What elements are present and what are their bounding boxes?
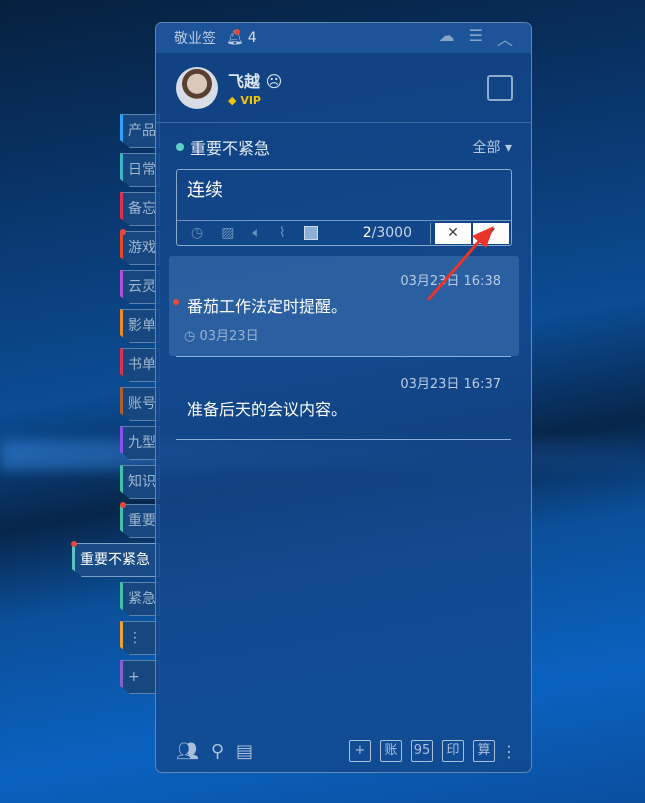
diamond-icon: ◆	[228, 94, 237, 107]
char-count: 2/3000	[362, 225, 412, 241]
attachment-icon[interactable]: ⌇	[279, 225, 286, 241]
bell-icon[interactable]: 🔔︎	[226, 29, 244, 46]
clock-icon: ◷	[184, 329, 196, 344]
reminder-count: 4	[247, 30, 257, 46]
category-tab[interactable]: 游戏	[120, 231, 160, 265]
note-time: 03月23日 16:37	[400, 377, 501, 392]
avatar[interactable]	[176, 66, 218, 109]
image-icon[interactable]: ▨	[221, 225, 234, 241]
category-dot	[176, 143, 184, 151]
category-tab[interactable]: 书单	[120, 348, 160, 382]
note-panel: 敬业签 🔔︎ 4 ☁ ☰ ︿ 飞越 ☹ ◆ VIP 重要不紧急 全部 ▾ 连续 …	[155, 22, 532, 773]
user-name: 飞越	[228, 72, 261, 91]
category-tab[interactable]: 重要	[120, 504, 160, 538]
title-bar: 敬业签 🔔︎ 4 ☁ ☰ ︿	[156, 23, 531, 53]
category-tab[interactable]: ⋮	[120, 621, 160, 655]
contacts-icon[interactable]: 👥︎	[176, 741, 199, 762]
filter-label: 全部	[472, 140, 501, 156]
search-icon[interactable]: ⚲	[211, 741, 224, 762]
reminder-date: 03月23日	[199, 329, 259, 344]
badge-dot	[71, 541, 77, 547]
add-button[interactable]: +	[349, 740, 371, 762]
calendar-95-button[interactable]: 95	[411, 740, 433, 762]
speaker-icon[interactable]: 🔈︎	[252, 225, 260, 241]
note-input[interactable]: 连续	[177, 170, 511, 220]
category-tab[interactable]: 影单	[120, 309, 160, 343]
category-tab[interactable]: 账号	[120, 387, 160, 421]
category-tab[interactable]: 产品	[120, 114, 160, 148]
notes-icon[interactable]: ▤	[236, 741, 253, 762]
calendar-icon[interactable]	[487, 75, 513, 101]
account-button[interactable]: 账	[380, 740, 402, 762]
badge-dot	[120, 229, 126, 235]
cloud-sync-icon[interactable]: ☁	[439, 26, 455, 50]
category-tab[interactable]: 九型	[120, 426, 160, 460]
vip-badge: VIP	[240, 94, 261, 107]
collapse-icon[interactable]: ︿	[497, 26, 513, 50]
calculator-button[interactable]: 算	[473, 740, 495, 762]
category-tab[interactable]: 重要不紧急	[72, 543, 160, 577]
note-text: 准备后天的会议内容。	[187, 400, 348, 419]
annotation-arrow	[426, 226, 494, 301]
mood-icon: ☹	[265, 72, 283, 91]
more-icon[interactable]: ⋮	[501, 742, 517, 761]
user-header: 飞越 ☹ ◆ VIP	[156, 53, 531, 123]
filter-dropdown[interactable]: 全部 ▾	[473, 137, 512, 157]
color-icon[interactable]	[303, 226, 318, 240]
category-tab[interactable]: 日常	[120, 153, 160, 187]
badge-dot	[120, 502, 126, 508]
category-header: 重要不紧急 全部 ▾	[156, 123, 531, 159]
footer-toolbar: 👥︎ ⚲ ▤ + 账 95 印 算 ⋮	[176, 740, 517, 762]
menu-icon[interactable]: ☰	[469, 26, 483, 50]
category-tab[interactable]: 紧急	[120, 582, 160, 616]
app-name: 敬业签	[174, 31, 216, 47]
print-button[interactable]: 印	[442, 740, 464, 762]
category-name: 重要不紧急	[190, 139, 271, 158]
category-tab[interactable]: +	[120, 660, 160, 694]
category-tab[interactable]: 云灵	[120, 270, 160, 304]
clock-icon[interactable]: ◷	[191, 225, 203, 241]
note-item[interactable]: 03月23日 16:37 准备后天的会议内容。	[169, 373, 519, 420]
category-tab[interactable]: 备忘	[120, 192, 160, 226]
category-tab[interactable]: 知识	[120, 465, 160, 499]
